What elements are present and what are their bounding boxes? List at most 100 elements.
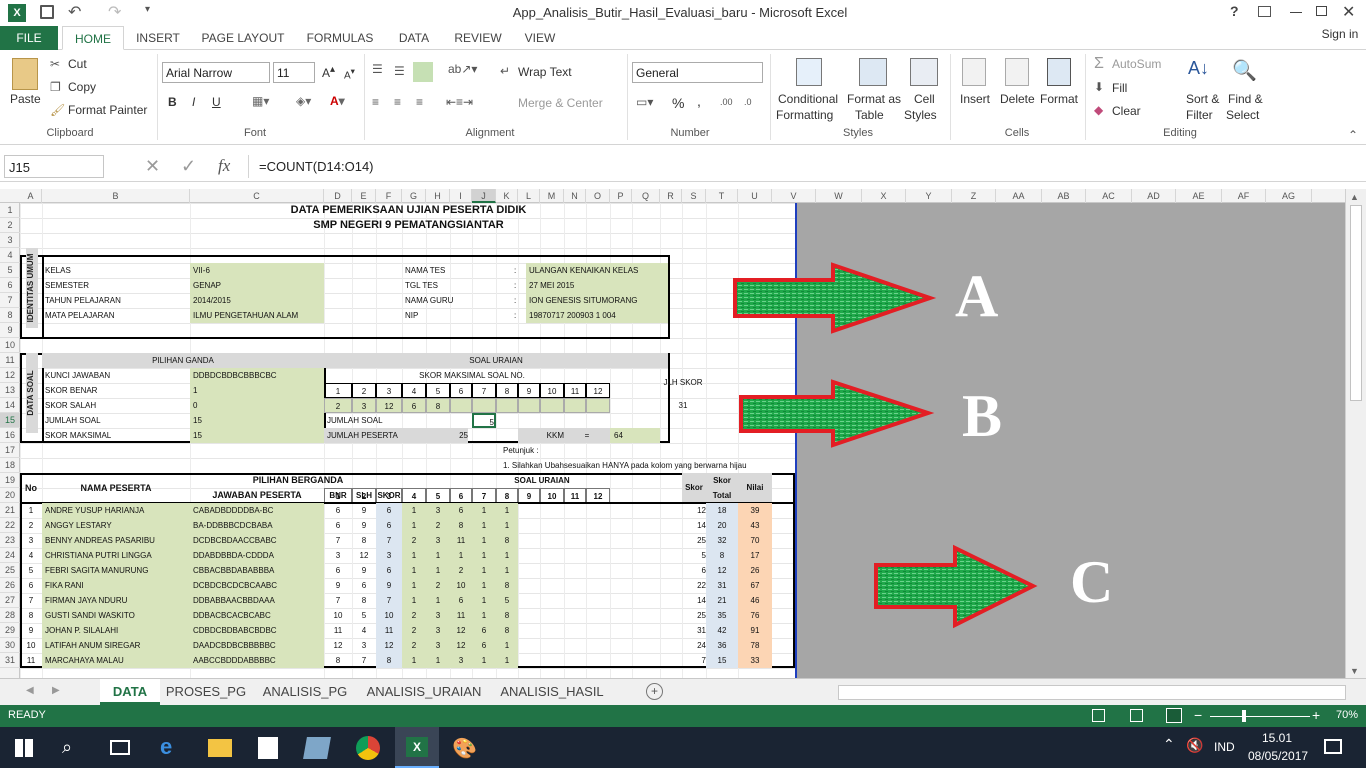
fill-button[interactable]: Fill <box>1112 81 1127 95</box>
column-header[interactable]: E <box>352 189 376 203</box>
row-header[interactable]: 3 <box>0 233 20 248</box>
student-answers[interactable]: DDBACBCACBCABC <box>190 608 324 623</box>
zoom-slider[interactable] <box>1210 716 1310 717</box>
column-header[interactable]: P <box>610 189 632 203</box>
soal-column-header[interactable]: 12 <box>586 488 610 503</box>
student-uraian-score[interactable]: 1 <box>402 503 426 518</box>
edge-icon[interactable]: e <box>160 734 172 760</box>
colon[interactable]: : <box>514 263 524 278</box>
nilai-header[interactable]: Nilai <box>738 473 772 503</box>
decrease-decimal-icon[interactable]: .0 <box>744 97 752 107</box>
student-benar[interactable]: 7 <box>324 533 352 548</box>
row-header[interactable]: 6 <box>0 278 20 293</box>
column-header[interactable]: Z <box>952 189 996 203</box>
volume-muted-icon[interactable]: 🔇 <box>1186 737 1203 754</box>
soal-number[interactable]: 8 <box>496 383 518 398</box>
row-header[interactable]: 9 <box>0 323 20 338</box>
sort-filter-button[interactable]: Sort & <box>1186 92 1219 106</box>
soal-column-header[interactable]: 7 <box>472 488 496 503</box>
soal-number[interactable]: 2 <box>352 383 376 398</box>
student-uraian-score[interactable]: 10 <box>450 578 472 593</box>
soal-max-score[interactable]: 2 <box>324 398 352 413</box>
student-uraian-score[interactable]: 8 <box>496 578 518 593</box>
kkm-value[interactable]: 64 <box>610 428 660 443</box>
jlh-skor-header[interactable]: JLH SKOR <box>660 368 706 398</box>
tgl-label[interactable]: TGL TES <box>402 278 494 293</box>
task-view-icon[interactable] <box>110 740 130 755</box>
column-header[interactable]: AE <box>1176 189 1222 203</box>
student-skor[interactable]: 3 <box>376 548 402 563</box>
column-header[interactable]: A <box>20 189 42 203</box>
student-salah[interactable]: 8 <box>352 593 376 608</box>
column-header[interactable]: L <box>518 189 540 203</box>
student-uraian-score[interactable]: 1 <box>496 638 518 653</box>
student-uraian-score[interactable]: 6 <box>472 623 496 638</box>
soal-number[interactable]: 10 <box>540 383 564 398</box>
student-uraian-score[interactable]: 1 <box>496 653 518 668</box>
student-no[interactable]: 6 <box>20 578 42 593</box>
underline-button[interactable]: U <box>212 95 221 109</box>
student-skor-uraian[interactable]: 14 <box>682 518 706 533</box>
row-header[interactable]: 17 <box>0 443 20 458</box>
soal-column-header[interactable]: 5 <box>426 488 450 503</box>
bold-button[interactable]: B <box>168 95 177 109</box>
format-as-table-button[interactable]: Format as <box>847 92 901 106</box>
student-skor[interactable]: 6 <box>376 503 402 518</box>
student-no[interactable]: 5 <box>20 563 42 578</box>
no-header[interactable]: No <box>20 473 42 503</box>
student-uraian-score[interactable]: 1 <box>472 593 496 608</box>
student-benar[interactable]: 6 <box>324 503 352 518</box>
row-header[interactable]: 22 <box>0 518 20 533</box>
copy-button[interactable]: Copy <box>68 80 96 94</box>
autosum-button[interactable]: AutoSum <box>1112 57 1161 71</box>
benar-value[interactable]: 1 <box>190 383 324 398</box>
soal-column-header[interactable]: 10 <box>540 488 564 503</box>
nip-label[interactable]: NIP <box>402 308 494 323</box>
file-explorer-icon[interactable] <box>208 739 232 757</box>
student-uraian-score[interactable]: 1 <box>426 548 450 563</box>
zoom-in-icon[interactable]: + <box>1312 707 1320 723</box>
mapel-value[interactable]: ILMU PENGETAHUAN ALAM <box>190 308 324 323</box>
store-icon[interactable] <box>258 737 278 759</box>
conditional-formatting-button-2[interactable]: Formatting <box>776 108 833 122</box>
column-header[interactable]: R <box>660 189 682 203</box>
student-skor[interactable]: 10 <box>376 608 402 623</box>
uraian-jumlah-soal-label[interactable]: JUMLAH SOAL <box>324 413 434 428</box>
student-benar[interactable]: 8 <box>324 653 352 668</box>
row-header[interactable]: 26 <box>0 578 20 593</box>
scroll-down-icon[interactable]: ▼ <box>1350 666 1359 676</box>
soal-column-header[interactable]: 9 <box>518 488 540 503</box>
column-header[interactable]: K <box>496 189 518 203</box>
tgl-value[interactable]: 27 MEI 2015 <box>526 278 668 293</box>
sheet-tab-data[interactable]: DATA <box>100 679 160 705</box>
column-header[interactable]: M <box>540 189 564 203</box>
skor-total-header-2[interactable]: Total <box>706 488 738 503</box>
soal-column-header[interactable]: 4 <box>402 488 426 503</box>
student-uraian-score[interactable]: 8 <box>496 623 518 638</box>
student-uraian-score[interactable]: 1 <box>472 518 496 533</box>
borders-icon[interactable]: ▦▾ <box>252 94 269 108</box>
student-skor-total[interactable]: 8 <box>706 548 738 563</box>
enter-icon[interactable]: ✓ <box>181 156 196 177</box>
align-middle-icon[interactable]: ☰ <box>394 64 405 78</box>
soal-number[interactable]: 6 <box>450 383 472 398</box>
jumlah-peserta-value[interactable]: 25 <box>398 428 468 443</box>
student-uraian-score[interactable]: 5 <box>496 593 518 608</box>
student-skor[interactable]: 11 <box>376 623 402 638</box>
student-uraian-score[interactable]: 3 <box>426 638 450 653</box>
ribbon-display-icon[interactable] <box>1258 6 1271 17</box>
row-header[interactable]: 1 <box>0 203 20 218</box>
percent-button[interactable]: % <box>672 95 684 111</box>
soal-column-header[interactable]: 2 <box>352 488 376 503</box>
student-uraian-score[interactable]: 11 <box>450 608 472 623</box>
fill-color-icon[interactable]: ◈▾ <box>296 94 311 108</box>
student-no[interactable]: 8 <box>20 608 42 623</box>
student-skor-total[interactable]: 20 <box>706 518 738 533</box>
insert-function-icon[interactable]: fx <box>218 156 230 176</box>
cell-styles-button[interactable]: Cell <box>914 92 935 106</box>
soal-max-score[interactable] <box>450 398 472 413</box>
student-answers[interactable]: DDABDBBDA-CDDDA <box>190 548 324 563</box>
row-header[interactable]: 19 <box>0 473 20 488</box>
sheet-tab-analisis-uraian[interactable]: ANALISIS_URAIAN <box>362 679 486 705</box>
student-skor[interactable]: 7 <box>376 593 402 608</box>
